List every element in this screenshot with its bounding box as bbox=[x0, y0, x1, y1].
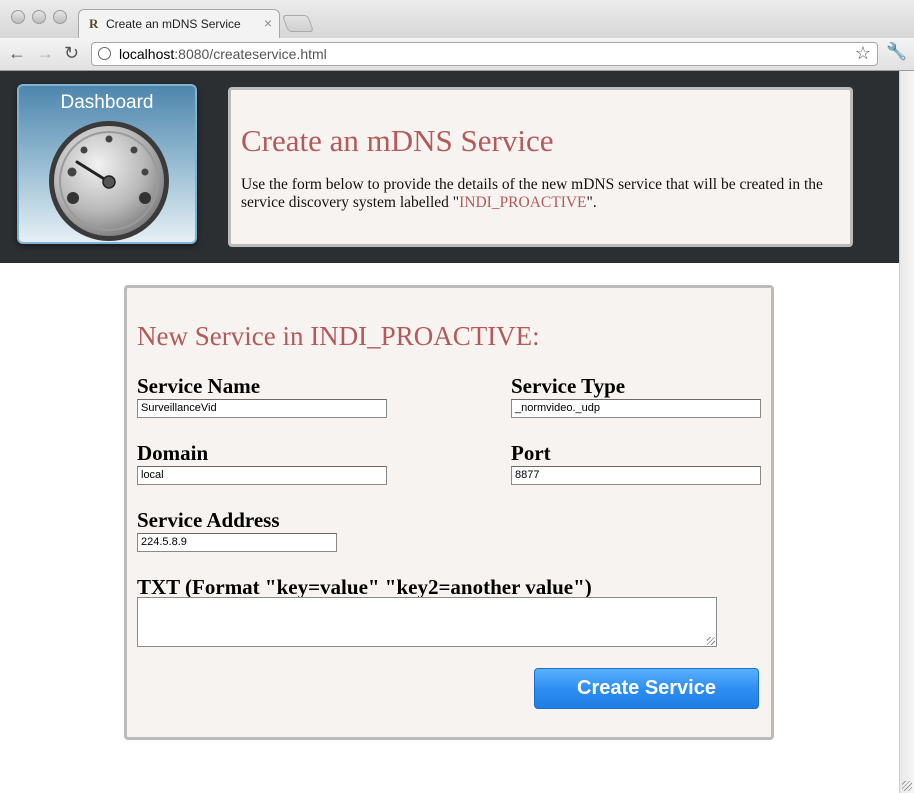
url-path: :8080/createservice.html bbox=[174, 46, 327, 62]
bookmark-star-icon[interactable]: ☆ bbox=[855, 43, 871, 64]
form-title: New Service in INDI_PROACTIVE: bbox=[137, 321, 540, 351]
page-description: Use the form below to provide the detail… bbox=[241, 176, 841, 212]
new-tab-button[interactable] bbox=[281, 15, 315, 32]
reload-icon[interactable]: ↻ bbox=[64, 42, 79, 64]
forward-arrow-icon[interactable]: → bbox=[36, 42, 54, 64]
domain-input[interactable]: local bbox=[137, 466, 387, 485]
dashboard-label: Dashboard bbox=[60, 92, 154, 113]
txt-textarea[interactable] bbox=[137, 597, 717, 647]
page-scrollbar[interactable] bbox=[899, 71, 914, 793]
browser-tab[interactable]: R Create an mDNS Service × bbox=[78, 9, 280, 38]
page-content: Dashboard Create an mDNS Service Use the… bbox=[0, 71, 899, 793]
resize-grip-icon[interactable] bbox=[707, 637, 715, 645]
url-host: localhost bbox=[119, 46, 175, 62]
globe-icon bbox=[98, 47, 111, 60]
system-name: INDI_PROACTIVE bbox=[459, 194, 587, 211]
browser-toolbar: ← → ↻ localhost:8080/createservice.html … bbox=[0, 38, 914, 71]
window-zoom-icon[interactable] bbox=[53, 10, 67, 24]
close-icon[interactable]: × bbox=[264, 15, 272, 31]
service-form: New Service in INDI_PROACTIVE: Service N… bbox=[124, 285, 774, 740]
window-close-icon[interactable] bbox=[11, 10, 25, 24]
port-label: Port bbox=[511, 441, 551, 465]
wrench-menu-icon[interactable]: 🔧 bbox=[886, 42, 907, 62]
domain-label: Domain bbox=[137, 441, 209, 465]
service-name-label: Service Name bbox=[137, 374, 261, 398]
service-type-input[interactable]: _normvideo._udp bbox=[511, 399, 761, 418]
window-minimize-icon[interactable] bbox=[32, 10, 46, 24]
address-bar[interactable]: localhost:8080/createservice.html ☆ bbox=[91, 42, 878, 66]
port-input[interactable]: 8877 bbox=[511, 466, 761, 485]
description-text-end: ". bbox=[586, 194, 597, 211]
tab-title: Create an mDNS Service bbox=[106, 17, 241, 31]
create-service-button[interactable]: Create Service bbox=[534, 668, 759, 709]
page-title: Create an mDNS Service bbox=[241, 123, 554, 158]
service-name-input[interactable]: SurveillanceVid bbox=[137, 399, 387, 418]
dashboard-gauge-icon bbox=[49, 121, 169, 241]
service-type-label: Service Type bbox=[511, 374, 626, 398]
window-resize-grip-icon[interactable] bbox=[902, 781, 912, 791]
header-band: Dashboard Create an mDNS Service Use the… bbox=[0, 71, 899, 263]
dashboard-tile[interactable]: Dashboard bbox=[17, 84, 197, 244]
back-arrow-icon[interactable]: ← bbox=[8, 42, 26, 64]
header-card: Create an mDNS Service Use the form belo… bbox=[228, 87, 853, 247]
url-text[interactable]: localhost:8080/createservice.html bbox=[119, 46, 327, 62]
browser-titlebar: R Create an mDNS Service × bbox=[0, 0, 914, 38]
service-address-label: Service Address bbox=[137, 508, 280, 532]
tab-favicon-icon: R bbox=[89, 16, 99, 31]
service-address-input[interactable]: 224.5.8.9 bbox=[137, 533, 337, 552]
